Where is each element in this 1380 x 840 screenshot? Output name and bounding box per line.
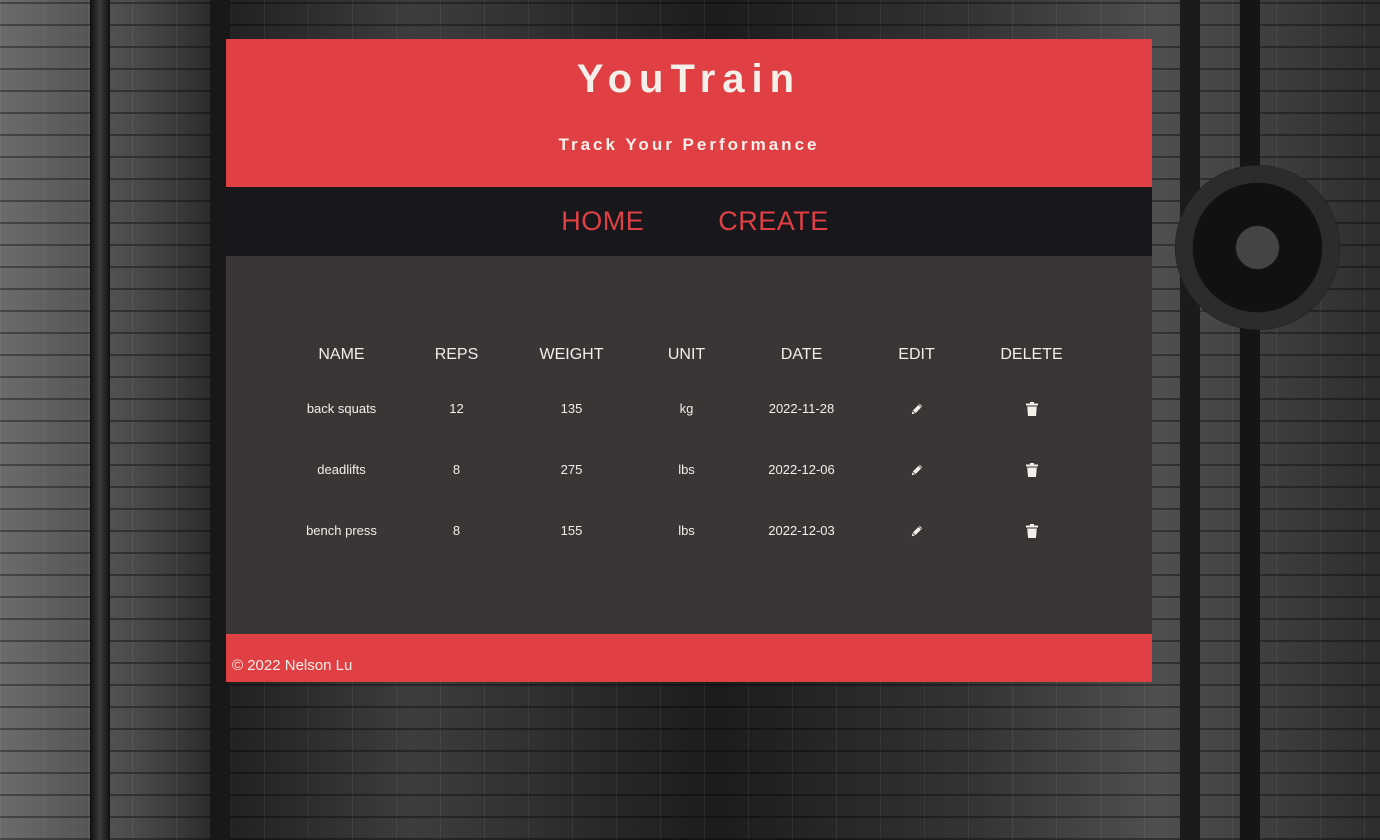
cell-reps: 8 [452,462,461,477]
cell-weight: 135 [560,401,583,416]
table-row: back squats 12 135 kg 2022-11-28 [284,378,1089,439]
pencil-icon[interactable] [910,402,924,416]
cell-edit [859,439,974,500]
cell-name: back squats [306,401,377,416]
cell-delete [974,378,1089,439]
column-header-unit: UNIT [667,346,706,363]
table-header-row: NAME REPS WEIGHT UNIT DATE EDIT DELETE [284,332,1089,378]
column-header-name: NAME [318,346,365,363]
column-header-weight: WEIGHT [539,346,604,363]
cell-name: deadlifts [317,462,366,477]
cell-date: 2022-12-03 [768,523,835,538]
table-row: deadlifts 8 275 lbs 2022-12-06 [284,439,1089,500]
cell-reps: 8 [452,523,461,538]
cell-name: bench press [306,523,377,538]
cell-unit: lbs [678,462,695,477]
cell-unit: lbs [678,523,695,538]
trash-icon[interactable] [1025,463,1038,478]
site-footer: © 2022 Nelson Lu [226,634,1152,682]
main-nav: HOME CREATE [226,187,1152,256]
trash-icon[interactable] [1025,524,1038,539]
column-header-date: DATE [780,346,823,363]
pencil-icon[interactable] [910,524,924,538]
cell-date: 2022-11-28 [768,401,835,416]
cell-unit: kg [679,401,694,416]
app-title: YouTrain [576,57,802,101]
cell-edit [859,500,974,561]
cell-delete [974,439,1089,500]
cell-delete [974,500,1089,561]
cell-weight: 275 [560,462,583,477]
cell-weight: 155 [560,523,583,538]
site-header: YouTrain Track Your Performance [226,39,1152,187]
trash-icon[interactable] [1025,402,1038,417]
nav-home-link[interactable]: HOME [561,206,644,237]
pencil-icon[interactable] [910,463,924,477]
exercise-table: NAME REPS WEIGHT UNIT DATE EDIT DELETE b… [284,332,1089,561]
cell-date: 2022-12-06 [768,462,835,477]
column-header-edit: EDIT [898,346,935,363]
app-container: YouTrain Track Your Performance HOME CRE… [226,39,1152,682]
column-header-delete: DELETE [1000,346,1063,363]
copyright-text: © 2022 Nelson Lu [232,657,353,674]
cell-reps: 12 [449,401,464,416]
main-content: NAME REPS WEIGHT UNIT DATE EDIT DELETE b… [226,256,1152,634]
column-header-reps: REPS [434,346,479,363]
nav-create-link[interactable]: CREATE [718,206,829,237]
table-row: bench press 8 155 lbs 2022-12-03 [284,500,1089,561]
cell-edit [859,378,974,439]
app-subtitle: Track Your Performance [558,135,820,154]
